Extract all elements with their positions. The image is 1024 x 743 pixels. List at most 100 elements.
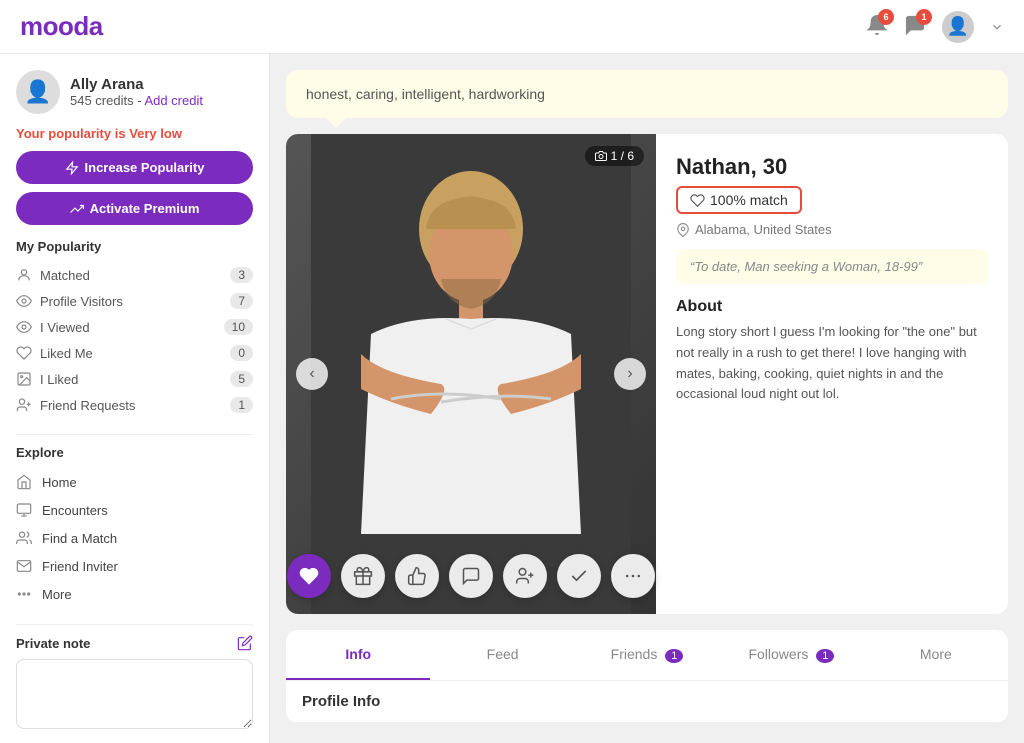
profile-info-section: Nathan, 30 100% match Alabama, United St…: [656, 134, 1008, 614]
lightning-icon: [65, 161, 79, 175]
match-heart-icon: [690, 193, 705, 208]
sidebar-item-find-match[interactable]: Find a Match: [16, 524, 253, 552]
profile-location: Alabama, United States: [695, 222, 832, 237]
tab-more[interactable]: More: [864, 630, 1008, 680]
more-button[interactable]: [611, 554, 655, 598]
add-friend-icon: [515, 566, 535, 586]
main-content: honest, caring, intelligent, hardworking: [270, 54, 1024, 743]
edit-icon[interactable]: [237, 635, 253, 651]
check-button[interactable]: [557, 554, 601, 598]
explore-title: Explore: [16, 445, 253, 460]
photo-next-button[interactable]: ›: [614, 358, 646, 390]
tab-feed[interactable]: Feed: [430, 630, 574, 680]
sidebar-item-friend-inviter[interactable]: Friend Inviter: [16, 552, 253, 580]
heart-action-icon: [299, 566, 319, 586]
heart-button[interactable]: [287, 554, 331, 598]
profile-photo-svg: [286, 134, 656, 614]
encounters-icon: [16, 502, 32, 518]
picture-icon: [16, 371, 32, 387]
app-logo: mooda: [20, 11, 103, 42]
message-notification[interactable]: 1: [904, 14, 926, 39]
photo-counter: 1 / 6: [585, 146, 644, 166]
activate-premium-button[interactable]: Activate Premium: [16, 192, 253, 225]
popularity-status-line: Your popularity is Very low: [16, 126, 253, 141]
chevron-down-icon[interactable]: [990, 20, 1004, 34]
about-text: Long story short I guess I'm looking for…: [676, 322, 988, 405]
profile-tabs: Info Feed Friends 1 Followers 1 More: [286, 630, 1008, 681]
profile-name: Nathan, 30: [676, 154, 988, 180]
friend-requests-count: 1: [230, 397, 253, 413]
check-icon: [569, 566, 589, 586]
profile-card: 1 / 6 ‹ ›: [286, 134, 1008, 614]
popularity-status: Very low: [129, 126, 182, 141]
sidebar-profile: 👤 Ally Arana 545 credits - Add credit: [16, 70, 253, 114]
chat-icon: [461, 566, 481, 586]
avatar: 👤: [16, 70, 60, 114]
private-note-header: Private note: [16, 635, 253, 651]
sidebar-username: Ally Arana: [70, 76, 203, 93]
my-popularity-title: My Popularity: [16, 239, 253, 254]
tab-friends[interactable]: Friends 1: [575, 630, 719, 680]
chat-button[interactable]: [449, 554, 493, 598]
camera-icon: [595, 150, 607, 162]
bell-badge: 6: [878, 9, 894, 25]
private-note-textarea[interactable]: [16, 659, 253, 729]
sidebar-item-i-viewed[interactable]: I Viewed 10: [16, 314, 253, 340]
photo-prev-button[interactable]: ‹: [296, 358, 328, 390]
seeking-box: “To date, Man seeking a Woman, 18-99”: [676, 249, 988, 284]
sidebar-item-i-liked[interactable]: I Liked 5: [16, 366, 253, 392]
sidebar-item-friend-requests[interactable]: Friend Requests 1: [16, 392, 253, 418]
visitors-count: 7: [230, 293, 253, 309]
find-match-icon: [16, 530, 32, 546]
sidebar-divider-2: [16, 624, 253, 625]
action-bar: [287, 554, 655, 598]
ellipsis-icon: [623, 566, 643, 586]
about-title: About: [676, 298, 988, 316]
explore-items: Home Encounters Find a Match Friend Invi…: [16, 468, 253, 608]
seeking-text: “To date, Man seeking a Woman, 18-99”: [690, 259, 922, 274]
home-icon: [16, 474, 32, 490]
tab-section-title: Profile Info: [286, 681, 1008, 723]
message-badge: 1: [916, 9, 932, 25]
sidebar-item-matched[interactable]: Matched 3: [16, 262, 253, 288]
header-actions: 6 1 👤: [866, 11, 1004, 43]
add-credit-link[interactable]: Add credit: [144, 93, 203, 108]
add-friend-button[interactable]: [503, 554, 547, 598]
sidebar-item-profile-visitors[interactable]: Profile Visitors 7: [16, 288, 253, 314]
user-avatar-header[interactable]: 👤: [942, 11, 974, 43]
gift-button[interactable]: [341, 554, 385, 598]
bell-notification[interactable]: 6: [866, 14, 888, 39]
like-button[interactable]: [395, 554, 439, 598]
matched-count: 3: [230, 267, 253, 283]
sidebar-item-liked-me[interactable]: Liked Me 0: [16, 340, 253, 366]
thumbs-up-icon: [407, 566, 427, 586]
mail-icon: [16, 558, 32, 574]
tab-info[interactable]: Info: [286, 630, 430, 680]
i-liked-count: 5: [230, 371, 253, 387]
quote-box: honest, caring, intelligent, hardworking: [286, 70, 1008, 118]
match-percent: 100% match: [710, 192, 788, 208]
match-box: 100% match: [676, 186, 802, 214]
profile-photo: [286, 134, 656, 614]
liked-me-count: 0: [230, 345, 253, 361]
increase-popularity-button[interactable]: Increase Popularity: [16, 151, 253, 184]
eye-icon: [16, 293, 32, 309]
quote-text: honest, caring, intelligent, hardworking: [306, 86, 545, 102]
sidebar-item-home[interactable]: Home: [16, 468, 253, 496]
sidebar-divider: [16, 434, 253, 435]
profile-tabs-container: Info Feed Friends 1 Followers 1 More Pro…: [286, 630, 1008, 723]
tab-followers[interactable]: Followers 1: [719, 630, 863, 680]
eye2-icon: [16, 319, 32, 335]
sidebar-item-more[interactable]: More: [16, 580, 253, 608]
more-dots-icon: [16, 586, 32, 602]
person-icon: [16, 267, 32, 283]
sidebar-item-encounters[interactable]: Encounters: [16, 496, 253, 524]
app-header: mooda 6 1 👤: [0, 0, 1024, 54]
location-line: Alabama, United States: [676, 222, 988, 237]
sidebar-credits: 545 credits - Add credit: [70, 93, 203, 108]
location-icon: [676, 223, 690, 237]
heart-icon: [16, 345, 32, 361]
trending-icon: [70, 202, 84, 216]
add-person-icon: [16, 397, 32, 413]
gift-icon: [353, 566, 373, 586]
